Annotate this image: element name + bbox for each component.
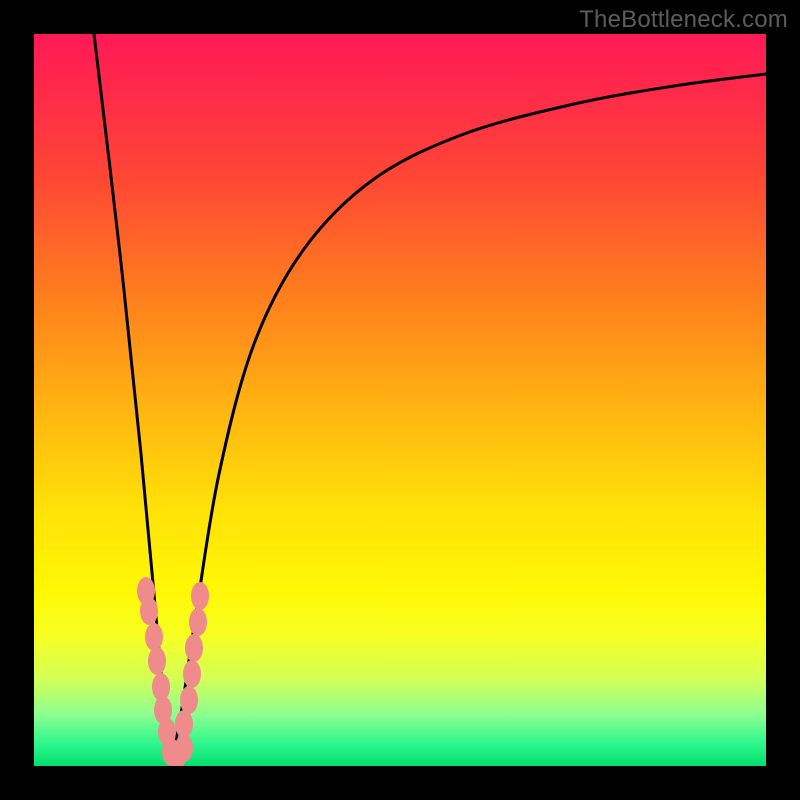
marker-point (175, 710, 193, 738)
marker-point (189, 608, 207, 636)
marker-point (183, 660, 201, 688)
chart-svg (34, 34, 766, 766)
marker-point (185, 634, 203, 662)
marker-point (191, 582, 209, 610)
watermark-text: TheBottleneck.com (579, 6, 788, 34)
marker-point (145, 623, 163, 651)
curve-right-branch (171, 74, 766, 762)
marker-point (175, 734, 193, 762)
plot-area (34, 34, 766, 766)
marker-point (148, 647, 166, 675)
marker-point (140, 597, 158, 625)
chart-frame: TheBottleneck.com (0, 0, 800, 800)
marker-point (180, 686, 198, 714)
